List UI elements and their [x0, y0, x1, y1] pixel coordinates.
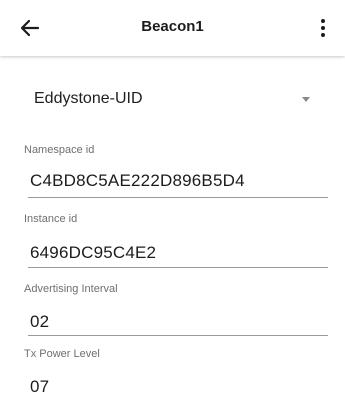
beacon-type-select[interactable]: Eddystone-UID: [22, 78, 324, 118]
namespace-id-label: Namespace id: [24, 144, 95, 156]
namespace-id-underline: [28, 197, 328, 198]
dropdown-caret-icon: [302, 97, 310, 102]
tx-power-level-field[interactable]: 07: [30, 377, 49, 397]
instance-id-field[interactable]: 6496DC95C4E2: [30, 243, 156, 263]
advertising-interval-underline: [28, 335, 328, 336]
instance-id-label: Instance id: [24, 213, 78, 225]
page-title: Beacon1: [141, 18, 204, 35]
namespace-id-field[interactable]: C4BD8C5AE222D896B5D4: [30, 171, 245, 191]
beacon-type-value: Eddystone-UID: [34, 90, 143, 107]
advertising-interval-field[interactable]: 02: [30, 312, 49, 332]
more-vert-icon[interactable]: [311, 16, 335, 40]
tx-power-level-label: Tx Power Level: [24, 348, 100, 360]
instance-id-underline: [28, 267, 328, 268]
app-bar: Beacon1: [0, 0, 345, 56]
advertising-interval-label: Advertising Interval: [24, 283, 118, 295]
